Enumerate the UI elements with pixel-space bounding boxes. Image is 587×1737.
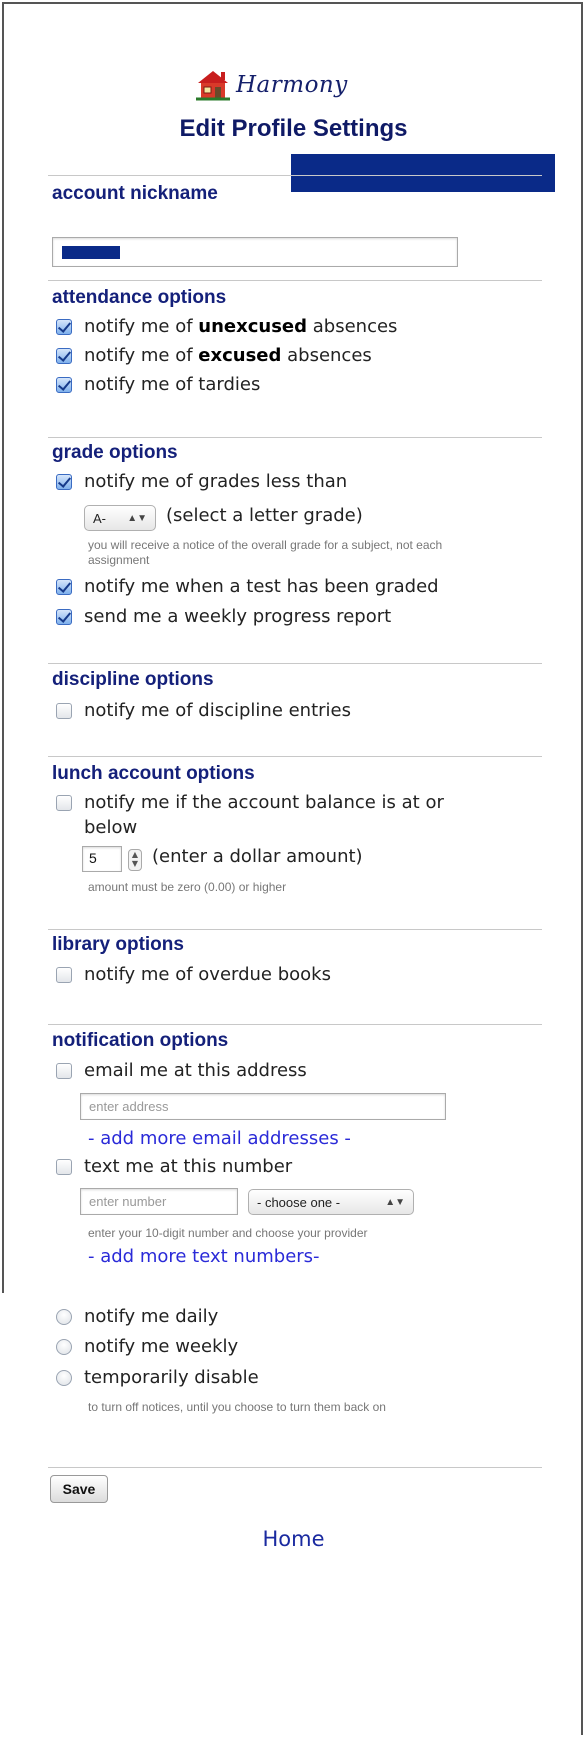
checkbox-unexcused[interactable] — [56, 318, 72, 335]
option-tardies[interactable]: notify me of tardies — [56, 374, 260, 395]
checkbox-text[interactable] — [56, 1158, 72, 1175]
radio-disable[interactable] — [56, 1369, 72, 1386]
checkbox-email[interactable] — [56, 1062, 72, 1079]
home-link[interactable]: Home — [0, 1527, 587, 1551]
option-email[interactable]: email me at this address — [56, 1060, 307, 1081]
option-weekly[interactable]: notify me weekly — [56, 1336, 238, 1357]
add-text-link[interactable]: - add more text numbers- — [88, 1246, 320, 1267]
select-arrows-icon: ▲▼ — [127, 512, 147, 524]
divider — [48, 1467, 542, 1468]
option-excused[interactable]: notify me of excused absences — [56, 345, 372, 366]
section-title-account: account nickname — [52, 183, 218, 204]
checkbox-overdue-books[interactable] — [56, 966, 72, 983]
phone-input[interactable]: enter number — [80, 1188, 238, 1215]
option-overdue-books[interactable]: notify me of overdue books — [56, 964, 331, 985]
grade-select[interactable]: A- ▲▼ — [84, 505, 156, 531]
divider — [48, 175, 542, 176]
option-weekly-report[interactable]: send me a weekly progress report — [56, 606, 391, 627]
save-button[interactable]: Save — [50, 1475, 108, 1503]
section-title-discipline: discipline options — [52, 669, 214, 690]
divider — [48, 437, 542, 438]
option-grades-less-than[interactable]: notify me of grades less than — [56, 471, 347, 492]
radio-daily[interactable] — [56, 1308, 72, 1325]
checkbox-grades-less-than[interactable] — [56, 473, 72, 490]
radio-weekly[interactable] — [56, 1338, 72, 1355]
amount-note: amount must be zero (0.00) or higher — [88, 880, 287, 894]
checkbox-tardies[interactable] — [56, 376, 72, 393]
checkbox-discipline[interactable] — [56, 702, 72, 719]
divider — [48, 1024, 542, 1025]
divider — [48, 756, 542, 757]
select-arrows-icon: ▲▼ — [385, 1196, 405, 1208]
text-note: enter your 10-digit number and choose yo… — [88, 1226, 368, 1240]
grade-hint: (select a letter grade) — [166, 505, 363, 526]
option-daily[interactable]: notify me daily — [56, 1306, 218, 1327]
option-unexcused[interactable]: notify me of unexcused absences — [56, 316, 397, 337]
option-lunch-balance[interactable]: notify me if the account balance is at o… — [56, 792, 444, 813]
frame-gap — [0, 1293, 8, 1737]
nickname-value-redacted — [62, 246, 120, 259]
option-discipline[interactable]: notify me of discipline entries — [56, 700, 351, 721]
lunch-balance-line2: below — [84, 817, 138, 838]
checkbox-weekly-report[interactable] — [56, 608, 72, 625]
harmony-logo: Harmony — [196, 66, 348, 104]
checkbox-test-graded[interactable] — [56, 578, 72, 595]
house-icon — [196, 71, 230, 101]
section-title-lunch: lunch account options — [52, 763, 255, 784]
disable-note: to turn off notices, until you choose to… — [88, 1400, 386, 1414]
option-test-graded[interactable]: notify me when a test has been graded — [56, 576, 439, 597]
amount-input[interactable]: 5 — [82, 846, 122, 872]
email-input[interactable]: enter address — [80, 1093, 446, 1120]
provider-select[interactable]: - choose one - ▲▼ — [248, 1189, 414, 1215]
amount-hint: (enter a dollar amount) — [152, 846, 363, 867]
amount-stepper[interactable]: ▲ ▼ — [128, 849, 142, 871]
option-disable[interactable]: temporarily disable — [56, 1367, 259, 1388]
add-email-link[interactable]: - add more email addresses - — [88, 1128, 351, 1149]
checkbox-lunch-balance[interactable] — [56, 794, 72, 811]
account-banner — [291, 154, 555, 192]
brand-name: Harmony — [236, 72, 348, 98]
section-title-library: library options — [52, 934, 184, 955]
divider — [48, 663, 542, 664]
divider — [48, 280, 542, 281]
page-title: Edit Profile Settings — [179, 115, 408, 142]
option-text[interactable]: text me at this number — [56, 1156, 292, 1177]
section-title-notification: notification options — [52, 1030, 229, 1051]
checkbox-excused[interactable] — [56, 347, 72, 364]
grade-note: you will receive a notice of the overall… — [88, 538, 443, 567]
section-title-grades: grade options — [52, 442, 178, 463]
divider — [48, 929, 542, 930]
section-title-attendance: attendance options — [52, 287, 227, 308]
